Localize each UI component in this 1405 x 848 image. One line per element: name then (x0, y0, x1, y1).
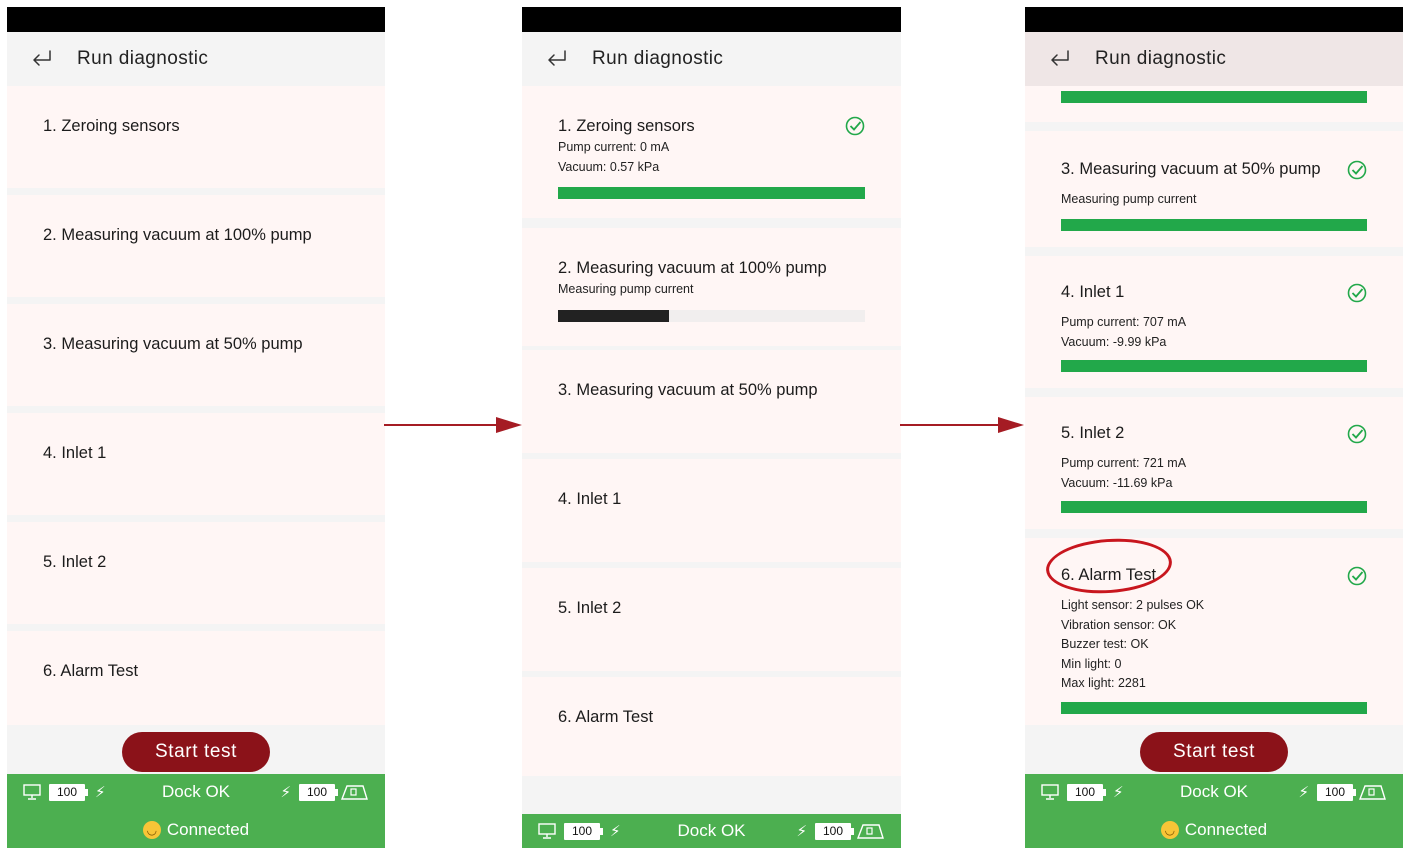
step-detail: Pump current: 707 mA (1061, 315, 1187, 329)
screen-initial: Run diagnostic 1. Zeroing sensors 2. Mea… (7, 7, 385, 848)
step-card: 6. Alarm Test (522, 677, 901, 776)
step-title: 6. Alarm Test (43, 662, 139, 680)
top-bar: Run diagnostic (1025, 32, 1403, 86)
back-icon[interactable] (522, 32, 592, 86)
step-title: 5. Inlet 2 (1061, 424, 1125, 442)
flow-arrow-icon (384, 417, 522, 433)
screen-in-progress: Run diagnostic 1. Zeroing sensors Pump c… (522, 7, 901, 848)
step-detail: Min light: 0 (1061, 657, 1122, 671)
bolt-icon: ⚡ (280, 784, 291, 801)
bolt-icon: ⚡ (1298, 784, 1309, 801)
check-circle-icon (1347, 160, 1367, 180)
check-circle-icon (845, 116, 865, 136)
step-card: 2. Measuring vacuum at 100% pump (7, 195, 385, 297)
step-detail: Vacuum: -11.69 kPa (1061, 476, 1173, 490)
connection-status: ◡ Connected (7, 820, 385, 840)
screen-complete: Run diagnostic 3. Measuring vacuum at 50… (1025, 7, 1403, 848)
step-detail: Buzzer test: OK (1061, 637, 1149, 651)
status-bar (1025, 7, 1403, 32)
page-title: Run diagnostic (77, 48, 209, 69)
step-title: 5. Inlet 2 (43, 553, 107, 571)
step-title: 4. Inlet 1 (1061, 283, 1125, 301)
step-detail: Vibration sensor: OK (1061, 618, 1177, 632)
progress-bar (1061, 91, 1367, 103)
step-title: 5. Inlet 2 (558, 599, 622, 617)
step-card: 1. Zeroing sensors (7, 86, 385, 188)
step-card: 4. Inlet 1 (522, 459, 901, 562)
connection-label: Connected (1184, 820, 1268, 839)
smile-icon: ◡ (1160, 821, 1179, 839)
robot-battery: 100 (815, 822, 854, 840)
step-card: 3. Measuring vacuum at 50% pump Measurin… (1025, 131, 1403, 247)
step-card: 5. Inlet 2 (522, 568, 901, 671)
status-footer: 100 ⚡ Dock OK ⚡ 100 ◡ Connected (1025, 774, 1403, 848)
step-list: 3. Measuring vacuum at 50% pump Measurin… (1025, 86, 1403, 725)
start-test-button[interactable]: Start test (1140, 732, 1288, 772)
step-detail: Vacuum: -9.99 kPa (1061, 335, 1167, 349)
top-bar: Run diagnostic (522, 32, 901, 86)
back-icon[interactable] (7, 32, 77, 86)
connection-label: Connected (166, 820, 250, 839)
step-card: 4. Inlet 1 (7, 413, 385, 515)
step-detail: Measuring pump current (558, 282, 694, 296)
status-footer: 100 ⚡ Dock OK ⚡ 100 ◡ Connected (7, 774, 385, 848)
status-footer: 100 ⚡ Dock OK ⚡ 100 (522, 814, 901, 848)
step-card: 5. Inlet 2 Pump current: 721 mA Vacuum: … (1025, 397, 1403, 529)
step-card: 3. Measuring vacuum at 50% pump (7, 304, 385, 406)
status-bar (7, 7, 385, 32)
top-bar: Run diagnostic (7, 32, 385, 86)
step-detail: Vacuum: 0.57 kPa (558, 160, 660, 174)
step-title: 3. Measuring vacuum at 50% pump (1061, 160, 1321, 178)
step-detail: Pump current: 0 mA (558, 140, 670, 154)
robot-battery: 100 (299, 783, 338, 801)
back-icon[interactable] (1025, 32, 1095, 86)
step-card: 5. Inlet 2 (7, 522, 385, 624)
step-card: 2. Measuring vacuum at 100% pump Measuri… (522, 228, 901, 346)
progress-bar (1061, 702, 1367, 714)
status-bar (522, 7, 901, 32)
step-list: 1. Zeroing sensors 2. Measuring vacuum a… (7, 86, 385, 725)
robot-icon (856, 824, 884, 839)
step-title: 1. Zeroing sensors (43, 117, 180, 135)
progress-bar (1061, 219, 1367, 231)
step-title: 3. Measuring vacuum at 50% pump (43, 335, 303, 353)
progress-bar (1061, 360, 1367, 372)
progress-bar (558, 187, 865, 199)
check-circle-icon (1347, 424, 1367, 444)
step-title: 4. Inlet 1 (558, 490, 622, 508)
page-title: Run diagnostic (592, 48, 724, 69)
robot-icon (340, 785, 368, 800)
step-title: 2. Measuring vacuum at 100% pump (558, 259, 827, 277)
step-list: 1. Zeroing sensors Pump current: 0 mA Va… (522, 86, 901, 776)
page-title: Run diagnostic (1095, 48, 1227, 69)
step-card: 6. Alarm Test (7, 631, 385, 725)
check-circle-icon (1347, 283, 1367, 303)
bolt-icon: ⚡ (796, 823, 807, 840)
step-title: 6. Alarm Test (558, 708, 654, 726)
step-detail: Light sensor: 2 pulses OK (1061, 598, 1205, 612)
connection-status: ◡ Connected (1025, 820, 1403, 840)
step-detail: Max light: 2281 (1061, 676, 1146, 690)
step-title: 2. Measuring vacuum at 100% pump (43, 226, 312, 244)
flow-arrow-icon (900, 417, 1024, 433)
check-circle-icon (1347, 566, 1367, 586)
step-card: 3. Measuring vacuum at 50% pump (522, 350, 901, 453)
robot-battery: 100 (1317, 783, 1356, 801)
step-title: 1. Zeroing sensors (558, 117, 695, 135)
start-test-button[interactable]: Start test (122, 732, 270, 772)
robot-icon (1358, 785, 1386, 800)
step-card: 4. Inlet 1 Pump current: 707 mA Vacuum: … (1025, 256, 1403, 388)
step-card: 1. Zeroing sensors Pump current: 0 mA Va… (522, 86, 901, 218)
step-card (1025, 86, 1403, 122)
step-title: 3. Measuring vacuum at 50% pump (558, 381, 818, 399)
step-title: 4. Inlet 1 (43, 444, 107, 462)
step-detail: Pump current: 721 mA (1061, 456, 1187, 470)
progress-bar (558, 310, 865, 322)
smile-icon: ◡ (142, 821, 161, 839)
progress-bar (1061, 501, 1367, 513)
step-detail: Measuring pump current (1061, 192, 1197, 206)
